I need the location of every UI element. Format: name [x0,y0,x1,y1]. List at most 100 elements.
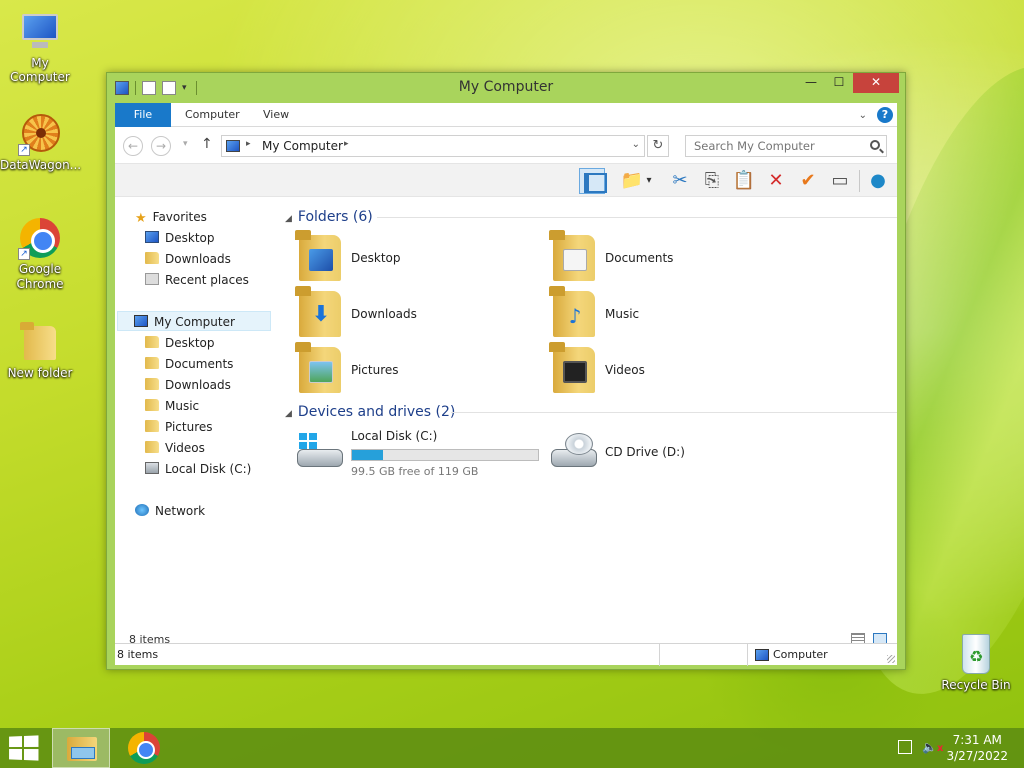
cut-icon[interactable]: ✂ [667,168,693,194]
desktop-icon-datawagon[interactable]: ↗ DataWagon... [0,112,82,172]
file-explorer-icon [67,737,97,761]
toolbar-separator [859,170,860,192]
nav-computer-music[interactable]: Music [145,396,199,416]
favorites-star-icon: ★ [135,211,147,226]
checkmark-icon[interactable]: ✔ [795,168,821,194]
address-dropdown-icon[interactable]: ⌄ [632,139,640,150]
nav-my-computer[interactable]: My Computer [117,311,271,331]
pictures-folder-icon [145,420,159,432]
tab-computer[interactable]: Computer [171,103,254,127]
up-icon[interactable]: ↑ [201,136,213,152]
desktop-icon-label: DataWagon... [0,158,82,172]
downloads-folder-icon: ⬇ [295,286,341,337]
group-header-devices[interactable]: ◢ Devices and drives (2) [285,402,455,422]
documents-folder-icon [145,357,159,369]
refresh-icon[interactable]: ↻ [647,135,669,157]
minimize-button[interactable]: — [797,73,825,93]
ribbon-right: ⌄ ? [859,107,893,123]
folder-options-dropdown-icon[interactable]: ▾ [643,168,655,194]
nav-label: Videos [165,441,205,455]
volume-muted-icon[interactable]: 🔈x [922,740,943,754]
close-button[interactable]: ✕ [853,73,899,93]
folder-item-videos[interactable]: Videos [549,342,793,397]
taskbar-chrome-icon[interactable] [128,732,160,764]
nav-favorite-desktop[interactable]: Desktop [145,228,215,248]
desktop-icon-my-computer[interactable]: My Computer [0,10,80,84]
folder-item-pictures[interactable]: Pictures [295,342,539,397]
taskbar: 🔈x 7:31 AM 3/27/2022 [0,728,1024,768]
desktop-folder-icon [295,230,341,281]
breadcrumb-arrow-icon[interactable]: ▸ [246,139,251,149]
network-globe-icon[interactable]: ● [865,168,891,194]
drive-usage-bar [351,449,539,461]
group-header-label: Folders (6) [297,209,373,225]
collapse-icon[interactable]: ◢ [285,409,292,419]
breadcrumb-my-computer[interactable]: My Computer [262,139,343,153]
copy-icon[interactable]: ⎘ [699,168,725,194]
preview-pane-icon[interactable] [579,168,607,194]
forward-icon[interactable]: → [151,136,171,156]
tab-file[interactable]: File [115,103,171,127]
clock-time: 7:31 AM [952,733,1002,747]
nav-computer-videos[interactable]: Videos [145,438,205,458]
search-input[interactable] [686,136,856,156]
drive-name: CD Drive (D:) [605,445,685,459]
nav-favorite-downloads[interactable]: Downloads [145,249,231,269]
folder-options-icon[interactable]: 📁 [619,168,645,194]
help-icon[interactable]: ? [877,107,893,123]
address-bar[interactable]: ▸ My Computer ▸ ⌄ [221,135,645,157]
expand-ribbon-icon[interactable]: ⌄ [859,110,867,121]
group-divider [377,217,897,218]
desktop-icon-recycle-bin[interactable]: Recycle Bin [936,632,1016,692]
breadcrumb-arrow-icon[interactable]: ▸ [344,139,349,149]
desktop-icon-label: My Computer [10,56,70,84]
back-icon[interactable]: ← [123,136,143,156]
folder-item-downloads[interactable]: ⬇ Downloads [295,286,539,341]
folder-item-music[interactable]: ♪ Music [549,286,793,341]
desktop-icon-chrome[interactable]: ↗ Google Chrome [0,216,80,292]
desktop-folder-icon [145,336,159,348]
nav-computer-pictures[interactable]: Pictures [145,417,213,437]
resize-grip-icon[interactable] [887,655,895,663]
nav-favorites[interactable]: ★ Favorites [135,207,207,227]
nav-computer-downloads[interactable]: Downloads [145,375,231,395]
group-header-folders[interactable]: ◢ Folders (6) [285,207,373,227]
folder-item-documents[interactable]: Documents [549,230,793,285]
recent-locations-icon[interactable]: ▾ [183,139,188,149]
network-tray-icon[interactable] [898,740,912,754]
folder-item-desktop[interactable]: Desktop [295,230,539,285]
nav-computer-local-disk[interactable]: Local Disk (C:) [145,459,251,479]
paste-icon[interactable]: 📋 [731,168,757,194]
desktop-icon-label: Recycle Bin [941,678,1011,692]
maximize-button[interactable]: ☐ [825,73,853,93]
rename-icon[interactable]: ▭ [827,168,853,194]
taskbar-file-explorer[interactable] [52,728,110,768]
nav-label: Local Disk (C:) [165,462,252,476]
nav-network[interactable]: Network [135,501,205,521]
nav-computer-desktop[interactable]: Desktop [145,333,215,353]
drive-item-cd[interactable]: CD Drive (D:) [551,427,751,477]
window-controls: — ☐ ✕ [797,73,899,93]
system-clock[interactable]: 7:31 AM 3/27/2022 [946,732,1008,764]
nav-favorite-recent-places[interactable]: Recent places [145,270,249,290]
chrome-icon: ↗ [18,216,62,260]
nav-computer-documents[interactable]: Documents [145,354,233,374]
collapse-icon[interactable]: ◢ [285,214,292,224]
clock-date: 3/27/2022 [946,749,1008,763]
computer-icon [134,315,148,327]
drive-item-local-disk[interactable]: Local Disk (C:) 99.5 GB free of 119 GB [297,427,547,478]
nav-label: Downloads [165,252,231,266]
desktop-icon-label: New folder [7,366,73,380]
ribbon-tabs: File Computer View ⌄ ? [115,103,897,127]
start-button[interactable] [9,735,39,761]
tab-view[interactable]: View [249,103,303,127]
local-disk-drive-icon [297,433,345,469]
search-icon[interactable] [870,140,880,150]
desktop-icon-new-folder[interactable]: New folder [0,320,80,380]
title-bar[interactable]: ▾ My Computer — ☐ ✕ [107,73,905,103]
videos-folder-icon [145,441,159,453]
computer-icon [755,649,769,661]
folder-name: Desktop [351,251,401,265]
delete-icon[interactable]: ✕ [763,168,789,194]
network-icon [135,504,149,516]
